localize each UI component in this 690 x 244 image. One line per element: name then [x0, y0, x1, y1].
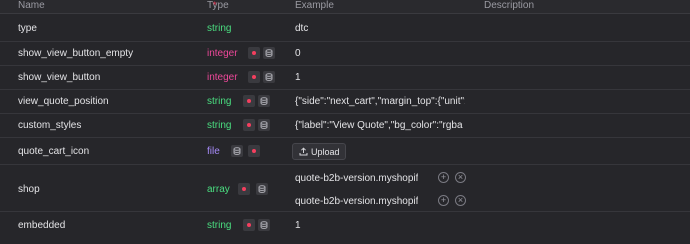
database-icon[interactable]	[263, 71, 275, 83]
field-example: 0	[295, 48, 301, 59]
field-name: shop	[18, 184, 40, 195]
table-row: view_quote_position string {"side":"next…	[0, 90, 690, 114]
field-type: string	[207, 120, 232, 131]
field-type: string	[207, 220, 232, 231]
field-name: custom_styles	[18, 120, 82, 131]
table-row: show_view_button integer 1	[0, 66, 690, 90]
field-example: 1	[295, 72, 301, 83]
field-name: show_view_button_empty	[18, 48, 134, 59]
required-dot-icon[interactable]	[248, 145, 260, 157]
required-dot-icon[interactable]	[243, 219, 255, 231]
remove-item-icon[interactable]: ×	[455, 172, 466, 183]
column-header-name: Name	[18, 0, 45, 11]
field-name: view_quote_position	[18, 96, 109, 107]
field-type: string	[207, 96, 232, 107]
table-row: shop array quote-b2b-version.myshopif + …	[0, 165, 690, 212]
required-dot-icon[interactable]	[248, 47, 260, 59]
field-name: embedded	[18, 220, 66, 231]
column-header-description: Description	[484, 0, 535, 11]
field-type: integer	[207, 72, 238, 83]
add-item-icon[interactable]: +	[438, 195, 449, 206]
field-example: {"side":"next_cart","margin_top":{"unit"…	[295, 96, 465, 107]
field-name: type	[18, 23, 37, 34]
required-dot-icon[interactable]	[248, 71, 260, 83]
table-row: custom_styles string {"label":"View Quot…	[0, 114, 690, 138]
table-row: show_view_button_empty integer 0	[0, 42, 690, 66]
field-name: quote_cart_icon	[18, 146, 90, 157]
add-item-icon[interactable]: +	[438, 172, 449, 183]
database-icon[interactable]	[258, 95, 270, 107]
database-icon[interactable]	[256, 183, 268, 195]
database-icon[interactable]	[263, 47, 275, 59]
field-type: string	[207, 23, 232, 34]
upload-label: Upload	[311, 147, 340, 157]
required-dot-icon[interactable]	[243, 119, 255, 131]
table-row: type string dtc	[0, 15, 690, 42]
field-example: 1	[295, 220, 301, 231]
field-type: integer	[207, 48, 238, 59]
table-row: quote_cart_icon file Upload	[0, 138, 690, 165]
field-type: array	[207, 184, 230, 195]
column-header-example: Example	[295, 0, 334, 11]
database-icon[interactable]	[258, 119, 270, 131]
database-icon[interactable]	[258, 219, 270, 231]
table-row: embedded string 1	[0, 212, 690, 238]
field-name: show_view_button	[18, 72, 101, 83]
array-item-value: quote-b2b-version.myshopif	[295, 173, 419, 184]
table-header: Name Type * Example Description	[0, 0, 690, 14]
field-example: dtc	[295, 23, 309, 34]
database-icon[interactable]	[231, 145, 243, 157]
array-item-value: quote-b2b-version.myshopif	[295, 196, 419, 207]
required-dot-icon[interactable]	[243, 95, 255, 107]
required-dot-icon[interactable]	[238, 183, 250, 195]
upload-icon	[299, 147, 308, 156]
upload-button[interactable]: Upload	[292, 143, 346, 160]
required-star-icon: *	[213, 0, 217, 10]
field-example: {"label":"View Quote","bg_color":"rgba	[295, 120, 463, 131]
remove-item-icon[interactable]: ×	[455, 195, 466, 206]
field-type: file	[207, 146, 220, 157]
